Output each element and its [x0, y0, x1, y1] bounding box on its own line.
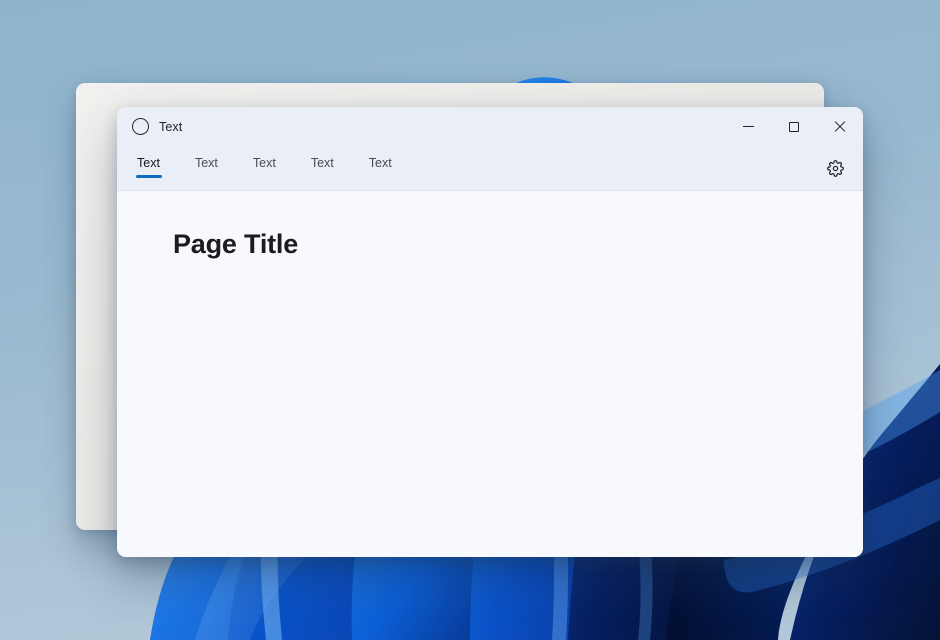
minimize-icon: [743, 126, 754, 127]
tab-label: Text: [311, 156, 334, 170]
page-title: Page Title: [173, 229, 863, 260]
minimize-button[interactable]: [725, 107, 771, 146]
tab-1[interactable]: Text: [133, 146, 164, 190]
application-window[interactable]: Text Text Text: [117, 107, 863, 557]
tab-active-indicator: [136, 175, 162, 178]
tab-label: Text: [369, 156, 392, 170]
maximize-button[interactable]: [771, 107, 817, 146]
gear-icon: [827, 160, 844, 177]
tab-5[interactable]: Text: [365, 146, 396, 190]
circle-icon: [132, 118, 149, 135]
content-area: Page Title: [117, 191, 863, 557]
close-button[interactable]: [817, 107, 863, 146]
window-title: Text: [159, 120, 182, 134]
settings-button[interactable]: [820, 153, 850, 183]
close-icon: [834, 121, 846, 133]
tab-3[interactable]: Text: [249, 146, 280, 190]
title-bar[interactable]: Text: [117, 107, 863, 146]
desktop: Text Text Text: [0, 0, 940, 640]
app-identity: Text: [117, 118, 182, 135]
tab-4[interactable]: Text: [307, 146, 338, 190]
window-controls: [725, 107, 863, 146]
maximize-icon: [789, 122, 799, 132]
tab-label: Text: [137, 156, 160, 170]
tab-strip: Text Text Text Text Text: [117, 146, 863, 191]
tab-label: Text: [253, 156, 276, 170]
tab-label: Text: [195, 156, 218, 170]
tab-2[interactable]: Text: [191, 146, 222, 190]
